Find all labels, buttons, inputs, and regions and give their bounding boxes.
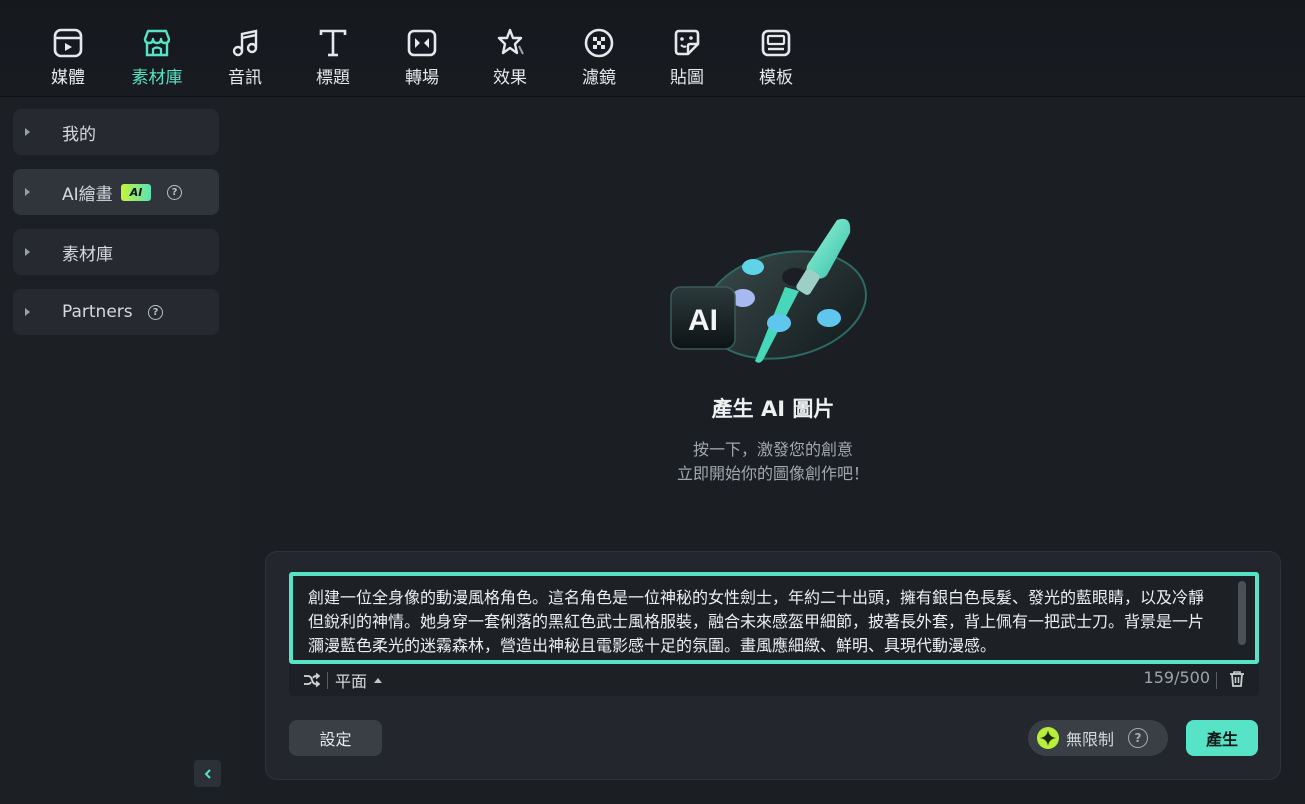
caret-up-icon [374, 677, 383, 683]
credits-sparkle-icon [1037, 727, 1059, 749]
ai-badge: AI [121, 184, 151, 201]
tab-titles[interactable]: 標題 [298, 26, 368, 88]
tab-audio[interactable]: 音訊 [210, 26, 280, 88]
tab-transitions[interactable]: 轉場 [387, 26, 457, 88]
tab-label: 素材庫 [131, 68, 183, 88]
sidebar-item-label: Partners [62, 302, 133, 322]
expand-arrow-icon [25, 128, 30, 136]
tab-label: 模板 [759, 68, 793, 88]
sidebar-item-label: 素材庫 [62, 244, 113, 265]
tab-label: 轉場 [405, 68, 439, 88]
unlimited-credits-button[interactable]: 無限制 ? [1028, 720, 1168, 756]
expand-arrow-icon [25, 248, 30, 256]
tab-stickers[interactable]: 貼圖 [652, 26, 722, 88]
help-icon[interactable]: ? [148, 305, 163, 320]
shuffle-icon [304, 672, 320, 687]
generate-button[interactable]: 產生 [1186, 720, 1258, 756]
sidebar-item-label: 我的 [62, 124, 96, 145]
char-counter: 159/500 [1143, 668, 1210, 687]
sidebar-item-stock[interactable]: 素材庫 [13, 229, 219, 275]
tab-media[interactable]: 媒體 [33, 26, 103, 88]
text-t-icon [319, 29, 347, 57]
prompt-scrollbar[interactable] [1238, 581, 1246, 645]
sidebar-item-partners[interactable]: Partners ? [13, 289, 219, 335]
effects-star-icon [497, 28, 524, 55]
ai-badge-text: AI [688, 304, 718, 337]
transition-icon [407, 29, 437, 57]
sidebar-item-ai-painting[interactable]: AI繪畫 AI ? [13, 169, 219, 215]
chevron-left-icon [204, 768, 211, 779]
hero-subtitle-line2: 立即開始你的圖像創作吧！ [676, 464, 869, 483]
ai-palette-illustration: AI [670, 218, 867, 363]
tab-label: 音訊 [228, 68, 262, 88]
help-icon[interactable]: ? [167, 185, 182, 200]
top-toolbar: 媒體 素材庫 音訊 標題 轉場 效果 濾鏡 貼圖 模板 [0, 0, 1305, 97]
expand-arrow-icon [25, 188, 30, 196]
tab-label: 貼圖 [670, 68, 704, 88]
hero-title: 產生 AI 圖片 [711, 397, 835, 421]
tab-label: 濾鏡 [582, 68, 616, 88]
music-note-icon [232, 29, 258, 57]
tab-label: 標題 [316, 68, 350, 88]
tab-label: 媒體 [51, 68, 85, 88]
collapse-sidebar-button[interactable] [194, 760, 221, 787]
sidebar-item-mine[interactable]: 我的 [13, 109, 219, 155]
divider [1216, 672, 1217, 689]
tab-label: 效果 [493, 68, 527, 88]
tab-effects[interactable]: 效果 [475, 26, 545, 88]
trash-icon[interactable] [1229, 670, 1245, 688]
sticker-icon [674, 29, 700, 56]
divider [327, 671, 328, 689]
sidebar-item-label: AI繪畫 [62, 184, 113, 205]
tab-templates[interactable]: 模板 [741, 26, 811, 88]
help-icon[interactable]: ? [1128, 728, 1149, 748]
prompt-text: 創建一位全身像的動漫風格角色。這名角色是一位神秘的女性劍士，年約二十出頭，擁有銀… [308, 588, 1205, 655]
settings-button[interactable]: 設定 [289, 720, 382, 756]
prompt-panel: 創建一位全身像的動漫風格角色。這名角色是一位神秘的女性劍士，年約二十出頭，擁有銀… [265, 551, 1281, 780]
hero-subtitle-line1: 按一下，激發您的創意 [692, 440, 853, 459]
sidebar: 我的 AI繪畫 AI ? 素材庫 Partners ? [0, 97, 240, 804]
filter-icon [584, 28, 614, 58]
main-area: AI 產生 AI 圖片 按一下，激發您的創意 立即開始你的圖像創作吧！ 創建一位… [241, 97, 1305, 804]
expand-arrow-icon [25, 308, 30, 316]
stock-store-icon [143, 29, 171, 57]
media-icon [53, 28, 83, 58]
unlimited-label: 無限制 [1066, 730, 1115, 749]
template-icon [761, 29, 791, 57]
tab-stock[interactable]: 素材庫 [122, 26, 192, 88]
style-select-value: 平面 [335, 672, 368, 691]
prompt-textarea[interactable]: 創建一位全身像的動漫風格角色。這名角色是一位神秘的女性劍士，年約二十出頭，擁有銀… [289, 572, 1259, 664]
tab-filters[interactable]: 濾鏡 [564, 26, 634, 88]
prompt-footer: 平面 159/500 [289, 664, 1259, 696]
style-select[interactable]: 平面 [303, 668, 383, 692]
